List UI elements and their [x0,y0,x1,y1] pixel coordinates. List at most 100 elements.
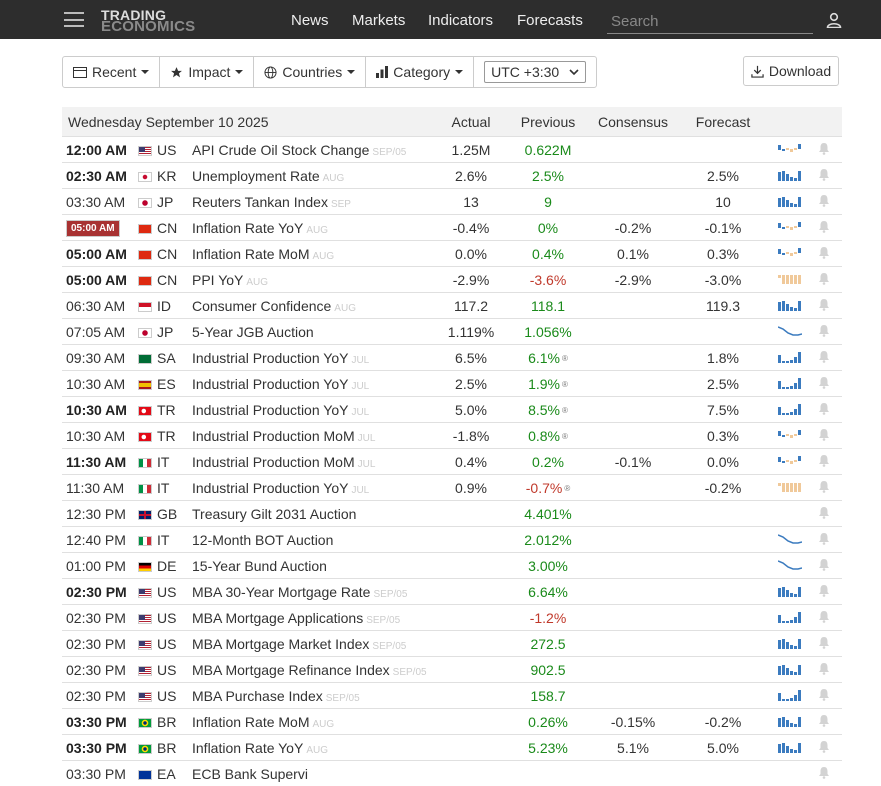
sparkline-cell[interactable] [778,267,818,293]
countries-button[interactable]: Countries [254,57,366,87]
nav-markets[interactable]: Markets [352,12,405,29]
table-row[interactable]: 05:00 AMCNInflation Rate MoMAUG0.0%0.4%0… [62,241,842,267]
event-cell[interactable]: MBA Purchase IndexSEP/05 [192,683,444,709]
bell-icon[interactable] [818,324,830,337]
sparkline-cell[interactable] [778,319,818,345]
table-row[interactable]: 03:30 AMJPReuters Tankan IndexSEP13910 [62,189,842,215]
event-name[interactable]: Industrial Production MoM [192,428,355,444]
table-row[interactable]: 11:30 AMITIndustrial Production YoYJUL0.… [62,475,842,501]
event-name[interactable]: Industrial Production YoY [192,376,348,392]
alert-cell[interactable] [818,579,842,605]
event-name[interactable]: 5-Year JGB Auction [192,324,314,340]
sparkline-cell[interactable] [778,423,818,449]
event-name[interactable]: Unemployment Rate [192,168,320,184]
alert-cell[interactable] [818,371,842,397]
table-row[interactable]: 10:30 AMTRIndustrial Production MoMJUL-1… [62,423,842,449]
alert-cell[interactable] [818,527,842,553]
event-name[interactable]: MBA Mortgage Refinance Index [192,662,390,678]
country-cell[interactable]: BR [138,735,192,761]
table-row[interactable]: 05:00 AMCNInflation Rate YoYAUG-0.4%0%-0… [62,215,842,241]
country-cell[interactable]: SA [138,345,192,371]
nav-news[interactable]: News [291,12,329,29]
event-cell[interactable]: Industrial Production YoYJUL [192,397,444,423]
logo[interactable]: TRADING ECONOMICS [101,9,195,33]
table-row[interactable]: 03:30 PMBRInflation Rate MoMAUG0.26%-0.1… [62,709,842,735]
alert-cell[interactable] [818,735,842,761]
download-button[interactable]: Download [743,56,839,86]
country-cell[interactable]: JP [138,319,192,345]
table-row[interactable]: 12:30 PMGBTreasury Gilt 2031 Auction4.40… [62,501,842,527]
table-row[interactable]: 03:30 PMBRInflation Rate YoYAUG5.23%5.1%… [62,735,842,761]
event-cell[interactable]: 15-Year Bund Auction [192,553,444,579]
bell-icon[interactable] [818,662,830,675]
event-name[interactable]: MBA Mortgage Applications [192,610,363,626]
bell-icon[interactable] [818,636,830,649]
col-actual[interactable]: Actual [444,107,498,137]
alert-cell[interactable] [818,683,842,709]
event-cell[interactable]: MBA 30-Year Mortgage RateSEP/05 [192,579,444,605]
country-cell[interactable]: CN [138,267,192,293]
event-name[interactable]: MBA Purchase Index [192,688,323,704]
col-forecast[interactable]: Forecast [668,107,778,137]
event-cell[interactable]: MBA Mortgage Market IndexSEP/05 [192,631,444,657]
bell-icon[interactable] [818,142,830,155]
sparkline-cell[interactable] [778,657,818,683]
table-row[interactable]: 02:30 AMKRUnemployment RateAUG2.6%2.5%2.… [62,163,842,189]
bell-icon[interactable] [818,428,830,441]
sparkline-cell[interactable] [778,527,818,553]
bell-icon[interactable] [818,558,830,571]
bell-icon[interactable] [818,194,830,207]
event-name[interactable]: Industrial Production MoM [192,454,355,470]
bell-icon[interactable] [818,454,830,467]
event-name[interactable]: Treasury Gilt 2031 Auction [192,506,356,522]
alert-cell[interactable] [818,397,842,423]
event-name[interactable]: API Crude Oil Stock Change [192,142,369,158]
event-name[interactable]: Inflation Rate YoY [192,740,303,756]
alert-cell[interactable] [818,631,842,657]
country-cell[interactable]: BR [138,709,192,735]
event-cell[interactable]: Inflation Rate YoYAUG [192,735,444,761]
bell-icon[interactable] [818,402,830,415]
table-row[interactable]: 01:00 PMDE15-Year Bund Auction3.00% [62,553,842,579]
country-cell[interactable]: US [138,683,192,709]
event-name[interactable]: MBA 30-Year Mortgage Rate [192,584,370,600]
alert-cell[interactable] [818,657,842,683]
alert-cell[interactable] [818,423,842,449]
table-row[interactable]: 10:30 AMTRIndustrial Production YoYJUL5.… [62,397,842,423]
nav-forecasts[interactable]: Forecasts [517,12,583,29]
event-cell[interactable]: MBA Mortgage Refinance IndexSEP/05 [192,657,444,683]
sparkline-cell[interactable] [778,397,818,423]
sparkline-cell[interactable] [778,345,818,371]
alert-cell[interactable] [818,189,842,215]
country-cell[interactable]: US [138,657,192,683]
bell-icon[interactable] [818,688,830,701]
table-row[interactable]: 10:30 AMESIndustrial Production YoYJUL2.… [62,371,842,397]
country-cell[interactable]: GB [138,501,192,527]
alert-cell[interactable] [818,241,842,267]
nav-indicators[interactable]: Indicators [428,12,493,29]
event-name[interactable]: Industrial Production YoY [192,402,348,418]
country-cell[interactable]: CN [138,241,192,267]
country-cell[interactable]: CN [138,215,192,241]
alert-cell[interactable] [818,709,842,735]
alert-cell[interactable] [818,553,842,579]
bell-icon[interactable] [818,272,830,285]
event-name[interactable]: 15-Year Bund Auction [192,558,327,574]
sparkline-cell[interactable] [778,579,818,605]
event-cell[interactable]: Industrial Production YoYJUL [192,371,444,397]
bell-icon[interactable] [818,480,830,493]
bell-icon[interactable] [818,766,830,779]
table-row[interactable]: 03:30 PMEAECB Bank Supervi [62,761,842,786]
col-previous[interactable]: Previous [498,107,598,137]
sparkline-cell[interactable] [778,605,818,631]
alert-cell[interactable] [818,319,842,345]
event-name[interactable]: Industrial Production YoY [192,480,348,496]
event-cell[interactable]: Inflation Rate YoYAUG [192,215,444,241]
bell-icon[interactable] [818,610,830,623]
event-name[interactable]: MBA Mortgage Market Index [192,636,369,652]
alert-cell[interactable] [818,345,842,371]
country-cell[interactable]: TR [138,397,192,423]
event-name[interactable]: Industrial Production YoY [192,350,348,366]
menu-icon[interactable] [64,12,84,27]
event-name[interactable]: Consumer Confidence [192,298,331,314]
